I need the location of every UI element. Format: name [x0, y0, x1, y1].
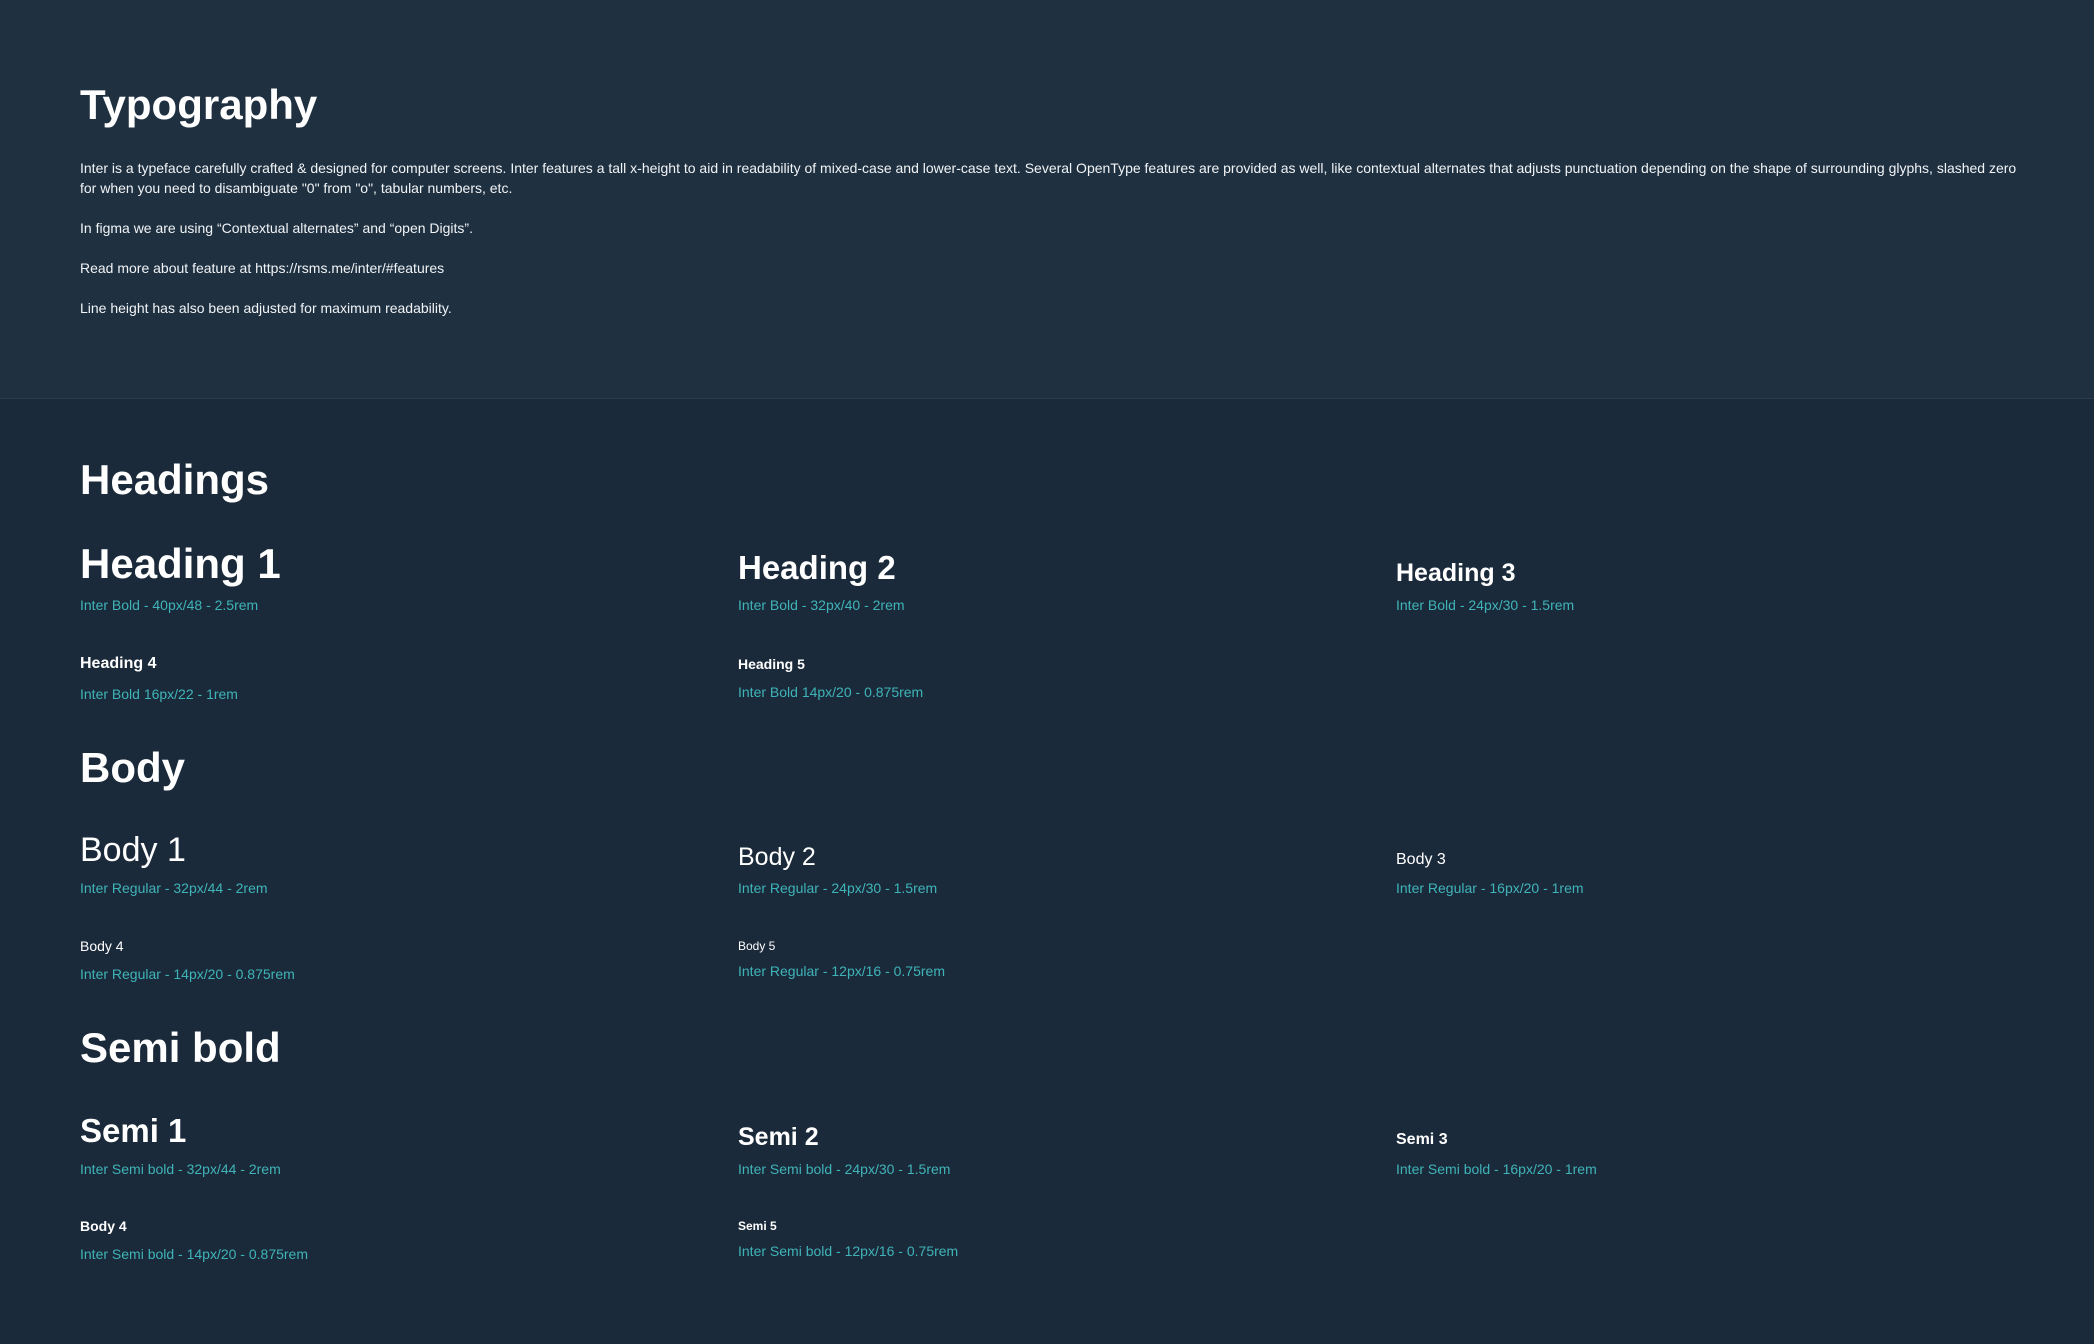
- section-title-semibold: Semi bold: [80, 1024, 281, 1071]
- spec-heading-2: Heading 2 Inter Bold - 32px/40 - 2rem: [738, 548, 905, 613]
- spec-sample: Heading 1: [80, 540, 281, 587]
- spec-semi-4: Body 4 Inter Semi bold - 14px/20 - 0.875…: [80, 1217, 308, 1262]
- spec-meta: Inter Bold 14px/20 - 0.875rem: [738, 684, 924, 700]
- spec-heading-5: Heading 5 Inter Bold 14px/20 - 0.875rem: [738, 655, 923, 700]
- spec-semi-2: Semi 2 Inter Semi bold - 24px/30 - 1.5re…: [738, 1121, 950, 1177]
- spec-body-2: Body 2 Inter Regular - 24px/30 - 1.5rem: [738, 841, 937, 896]
- spec-sample: Body 2: [738, 843, 816, 871]
- intro-paragraph-description: Inter is a typeface carefully crafted & …: [80, 160, 2017, 196]
- spec-sample: Body 1: [80, 831, 186, 869]
- intro-content: Typography Inter is a typeface carefully…: [80, 80, 2020, 338]
- spec-body-3: Body 3 Inter Regular - 16px/20 - 1rem: [1396, 849, 1584, 896]
- spec-meta: Inter Bold - 24px/30 - 1.5rem: [1396, 597, 1575, 613]
- spec-sample: Semi 1: [80, 1112, 187, 1149]
- spec-sample: Body 4: [80, 1218, 127, 1234]
- spec-sample: Semi 5: [738, 1219, 777, 1233]
- spec-body-5: Body 5 Inter Regular - 12px/16 - 0.75rem: [738, 938, 945, 979]
- spec-sample: Semi 2: [738, 1123, 819, 1151]
- spec-sample: Heading 5: [738, 656, 805, 672]
- intro-paragraph-figma: In figma we are using “Contextual altern…: [80, 220, 473, 236]
- spec-semi-3: Semi 3 Inter Semi bold - 16px/20 - 1rem: [1396, 1129, 1597, 1177]
- spec-body-1: Body 1 Inter Regular - 32px/44 - 2rem: [80, 829, 268, 896]
- intro-paragraph-line-height: Line height has also been adjusted for m…: [80, 300, 452, 316]
- spec-sample: Body 5: [738, 939, 776, 953]
- spec-meta: Inter Regular - 12px/16 - 0.75rem: [738, 963, 945, 979]
- spec-meta: Inter Semi bold - 12px/16 - 0.75rem: [738, 1243, 959, 1259]
- spec-sample: Heading 2: [738, 549, 896, 586]
- spec-meta: Inter Regular - 32px/44 - 2rem: [80, 880, 268, 896]
- spec-meta: Inter Bold - 40px/48 - 2.5rem: [80, 597, 259, 613]
- spec-meta: Inter Semi bold - 16px/20 - 1rem: [1396, 1161, 1597, 1177]
- intro-paragraph-read-more: Read more about feature at https://rsms.…: [80, 260, 445, 276]
- spec-sample: Semi 3: [1396, 1131, 1448, 1148]
- spec-meta: Inter Regular - 14px/20 - 0.875rem: [80, 966, 295, 982]
- spec-body-4: Body 4 Inter Regular - 14px/20 - 0.875re…: [80, 937, 295, 982]
- spec-heading-4: Heading 4 Inter Bold 16px/22 - 1rem: [80, 654, 238, 702]
- spec-meta: Inter Bold - 32px/40 - 2rem: [738, 597, 905, 613]
- spec-sample: Heading 4: [80, 655, 157, 672]
- spec-heading-1: Heading 1 Inter Bold - 40px/48 - 2.5rem: [80, 538, 281, 613]
- spec-semi-5: Semi 5 Inter Semi bold - 12px/16 - 0.75r…: [738, 1218, 958, 1259]
- spec-meta: Inter Semi bold - 14px/20 - 0.875rem: [80, 1246, 309, 1262]
- page-title: Typography: [80, 81, 318, 128]
- spec-meta: Inter Semi bold - 32px/44 - 2rem: [80, 1161, 281, 1177]
- spec-meta: Inter Bold 16px/22 - 1rem: [80, 686, 238, 702]
- spec-semi-1: Semi 1 Inter Semi bold - 32px/44 - 2rem: [80, 1110, 281, 1177]
- spec-heading-3: Heading 3 Inter Bold - 24px/30 - 1.5rem: [1396, 558, 1574, 613]
- intro-section: Typography Inter is a typeface carefully…: [0, 0, 2094, 399]
- spec-sample: Body 3: [1396, 851, 1446, 868]
- section-title-body: Body: [80, 744, 185, 791]
- spec-meta: Inter Semi bold - 24px/30 - 1.5rem: [738, 1161, 951, 1177]
- spec-meta: Inter Regular - 24px/30 - 1.5rem: [738, 880, 938, 896]
- spec-sample: Heading 3: [1396, 559, 1516, 587]
- spec-meta: Inter Regular - 16px/20 - 1rem: [1396, 880, 1584, 896]
- spec-sample: Body 4: [80, 938, 124, 954]
- section-title-headings: Headings: [80, 456, 270, 503]
